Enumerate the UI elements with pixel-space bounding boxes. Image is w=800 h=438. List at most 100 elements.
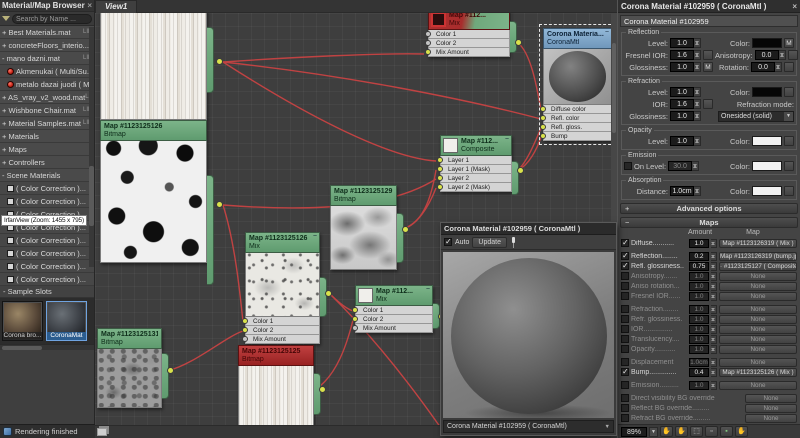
spinner-arrows-icon[interactable]	[711, 381, 717, 390]
map-shortcut-button[interactable]	[784, 161, 794, 171]
spinner-arrows-icon[interactable]	[711, 239, 717, 248]
input-socket[interactable]	[540, 133, 546, 139]
browser-item-concretefloors[interactable]: + concreteFloors_interio...LIB	[0, 39, 94, 52]
browser-item-as-vray-wood[interactable]: + AS_vray_v2_wood.matLIB	[0, 91, 94, 104]
map-checkbox[interactable]	[621, 414, 629, 422]
preview-window-titlebar[interactable]: Corona Material #102959 ( CoronaMtl )	[441, 223, 616, 235]
node-slot[interactable]: Layer 1 (Mask)	[440, 165, 512, 174]
spinner-arrows-icon[interactable]	[779, 50, 786, 60]
zoom-region-icon[interactable]: ⬚	[690, 426, 703, 437]
map-amount[interactable]: 1.0	[689, 325, 709, 334]
browser-item-wishbone-chair[interactable]: + Wishbone Chair.matLIB	[0, 104, 94, 117]
map-shortcut-button[interactable]	[784, 186, 794, 196]
pan-navigator-icon[interactable]	[97, 428, 107, 436]
browser-header[interactable]: Material/Map Browser ×	[0, 0, 94, 12]
auto-checkbox[interactable]	[444, 238, 452, 246]
node-bitmap-wood-partial[interactable]	[100, 13, 207, 120]
spinner-value[interactable]: 0.0	[751, 62, 775, 72]
map-button[interactable]: Map #1123125126 ( Mix )	[719, 368, 797, 377]
map-amount[interactable]: 1.0cm	[689, 358, 709, 367]
scrollbar-thumb[interactable]	[2, 346, 42, 350]
browser-item-maps[interactable]: + Maps	[0, 143, 94, 156]
browser-item-color-correction[interactable]: ( Color Correction )...	[0, 260, 94, 273]
input-socket[interactable]	[425, 49, 431, 55]
spinner-arrows-icon[interactable]	[711, 368, 717, 377]
zoom-level-field[interactable]: 89%	[621, 427, 647, 437]
pan-hand-icon[interactable]: ✋	[660, 426, 673, 437]
level-spinner[interactable]: 1.0	[670, 38, 701, 48]
input-socket[interactable]	[437, 184, 443, 190]
refraction-mode-dropdown[interactable]: Onesided (solid) ▼	[718, 111, 794, 122]
emission-on-checkbox[interactable]	[624, 162, 632, 170]
sample-slot-corona-selected[interactable]: CoronaMat	[46, 301, 87, 341]
output-tab[interactable]	[207, 175, 214, 285]
map-amount[interactable]: 1.0	[689, 282, 709, 291]
node-slot[interactable]: Mix Amount	[428, 48, 510, 57]
node-slot[interactable]: Bump	[543, 132, 611, 141]
input-socket[interactable]	[242, 318, 248, 324]
node-bitmap-1123125125[interactable]: Map #1123125125 Bitmap	[238, 345, 314, 425]
spinner-arrows-icon[interactable]	[711, 282, 717, 291]
spinner-arrows-icon[interactable]	[775, 62, 782, 72]
node-title[interactable]: Map #1123125126 Mix −	[245, 232, 320, 253]
spinner-arrows-icon[interactable]	[711, 262, 717, 271]
browser-item-controllers[interactable]: + Controllers	[0, 156, 94, 169]
map-amount[interactable]: 0.4	[689, 368, 709, 377]
reflection-color-swatch[interactable]	[752, 38, 782, 48]
spinner-value[interactable]: 30.0	[668, 161, 692, 171]
map-amount[interactable]: 1.0	[689, 239, 709, 248]
fresnel-spinner[interactable]: 1.6	[670, 50, 701, 60]
node-mix-right[interactable]: Map #112... Mix − Color 1 Color 2 Mix Am…	[355, 285, 433, 333]
spinner-arrows-icon[interactable]	[694, 87, 701, 97]
map-shortcut-button[interactable]	[788, 50, 798, 60]
output-tab[interactable]	[397, 213, 404, 263]
node-title[interactable]: Corona Materia... CoronaMtl −	[543, 28, 611, 49]
spinner-arrows-icon[interactable]	[711, 305, 717, 314]
node-title[interactable]: Map #112... Mix −	[355, 285, 433, 306]
input-socket[interactable]	[437, 175, 443, 181]
node-title[interactable]: Map #1123125125 Bitmap	[238, 345, 314, 366]
map-shortcut-button[interactable]	[703, 50, 713, 60]
map-amount[interactable]: 1.0	[689, 345, 709, 354]
spinner-value[interactable]: 1.0	[670, 87, 694, 97]
browser-item-color-correction[interactable]: ( Color Correction )...	[0, 247, 94, 260]
node-slot[interactable]: Color 2	[355, 315, 433, 324]
spinner-value[interactable]: 1.0	[670, 136, 694, 146]
filter-icon[interactable]	[2, 16, 10, 21]
map-amount[interactable]: 1.0	[689, 272, 709, 281]
spinner-arrows-icon[interactable]	[711, 358, 717, 367]
browser-item-color-correction[interactable]: ( Color Correction )...	[0, 273, 94, 286]
output-socket[interactable]	[517, 167, 524, 174]
input-socket[interactable]	[437, 166, 443, 172]
input-socket[interactable]	[242, 336, 248, 342]
pan-all-views-icon[interactable]: ✋	[675, 426, 688, 437]
update-button[interactable]: Update	[472, 237, 507, 248]
close-icon[interactable]: ×	[87, 1, 92, 10]
map-shortcut-button[interactable]	[784, 87, 794, 97]
browser-item-color-correction[interactable]: ( Color Correction )...	[0, 234, 94, 247]
spinner-arrows-icon[interactable]	[694, 62, 701, 72]
output-tab[interactable]	[512, 161, 519, 195]
browser-item-metalo-dazai[interactable]: metalo dazai juodi ( M...	[0, 78, 94, 91]
map-checkbox[interactable]	[621, 404, 629, 412]
node-title[interactable]: Map #1123125126 Bitmap	[100, 120, 207, 141]
map-checkbox[interactable]	[621, 381, 629, 389]
spinner-value[interactable]: 0.0	[755, 50, 779, 60]
zoom-dropdown-arrow-icon[interactable]: ▼	[649, 427, 658, 437]
output-socket[interactable]	[167, 367, 174, 374]
output-tab[interactable]	[510, 21, 517, 53]
map-button[interactable]: None	[745, 394, 797, 403]
input-socket[interactable]	[540, 106, 546, 112]
collapse-icon[interactable]: −	[426, 286, 430, 294]
output-tab[interactable]	[207, 27, 214, 93]
map-amount[interactable]: 1.0	[689, 381, 709, 390]
map-checkbox[interactable]	[621, 282, 629, 290]
map-button[interactable]: None	[745, 414, 797, 423]
node-material-preview[interactable]	[543, 49, 611, 105]
map-checkbox[interactable]	[621, 335, 629, 343]
map-checkbox[interactable]	[621, 252, 629, 260]
map-amount[interactable]: 0.75	[689, 262, 709, 271]
spinner-value[interactable]: 1.6	[670, 50, 694, 60]
anisotropy-spinner[interactable]: 0.0	[755, 50, 786, 60]
maps-rollout[interactable]: − Maps	[620, 217, 798, 228]
